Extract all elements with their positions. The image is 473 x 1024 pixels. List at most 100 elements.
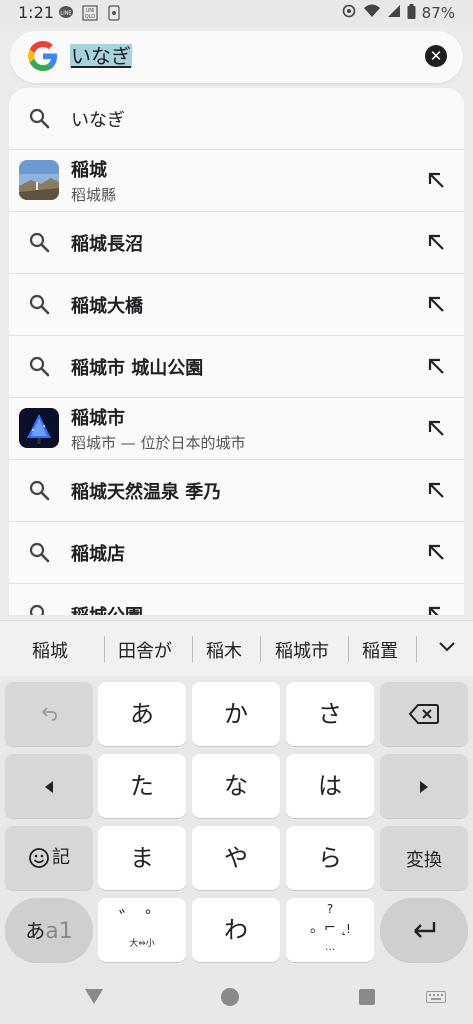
- battery-percent: 87%: [421, 4, 455, 22]
- punct-right: !: [346, 922, 351, 936]
- signal-icon: [387, 4, 401, 22]
- punct-marks: 。⌐ ˛: [310, 920, 348, 936]
- navigation-bar: [0, 976, 473, 1024]
- dakuten-key-label: 大⇔小: [129, 939, 155, 949]
- suggestion-label: 稲城店: [71, 544, 125, 565]
- search-icon: [29, 604, 45, 615]
- search-icon: [29, 356, 50, 377]
- status-right: 87%: [341, 3, 455, 23]
- emoji-key[interactable]: 記: [5, 826, 93, 890]
- punct-top: ?: [326, 902, 334, 916]
- list-item[interactable]: 稲城 稻城縣: [9, 150, 464, 212]
- dakuten-glyphs: ゛ ゜: [118, 907, 166, 931]
- suggestion-chip[interactable]: 田舎が: [118, 637, 172, 663]
- fill-query-arrow-icon[interactable]: [426, 604, 446, 615]
- cursor-left-key[interactable]: [5, 754, 93, 818]
- suggestion-label: 稲城: [71, 160, 107, 181]
- suggestion-label: 稲城市: [71, 408, 125, 429]
- suggestion-list: いなぎ 稲城 稻城縣 稲城長沼 稲城大橋 稲城市 城山公園 稲城市 稻城市 — …: [9, 88, 464, 615]
- key-ya[interactable]: や: [192, 826, 280, 890]
- input-mode-key[interactable]: あa1: [5, 898, 93, 962]
- cursor-right-key[interactable]: [380, 754, 468, 818]
- suggestion-chip[interactable]: 稲置: [362, 637, 398, 663]
- home-icon[interactable]: [220, 987, 240, 1007]
- key-ka[interactable]: か: [192, 682, 280, 746]
- list-item[interactable]: 稲城長沼: [9, 212, 464, 274]
- close-icon: ✕: [429, 47, 443, 65]
- suggestion-label: いなぎ: [71, 110, 125, 131]
- search-icon: [29, 108, 50, 129]
- chevron-down-icon[interactable]: [438, 641, 456, 653]
- fill-query-arrow-icon[interactable]: [426, 480, 446, 500]
- battery-icon: [407, 3, 416, 23]
- enter-key[interactable]: [380, 898, 468, 962]
- backspace-icon: [408, 704, 439, 724]
- google-logo-icon: [28, 41, 58, 71]
- divider: [260, 636, 261, 662]
- search-bar[interactable]: いなぎ ✕: [10, 31, 463, 83]
- suggestion-chip[interactable]: 稲城市: [275, 637, 329, 663]
- thumbnail-tree-lights-icon: [19, 408, 59, 448]
- emoji-icon: [29, 848, 49, 868]
- search-input[interactable]: いなぎ: [70, 44, 132, 68]
- svg-text:LINE: LINE: [60, 11, 71, 17]
- suggestion-subtitle: 稻城縣: [71, 186, 117, 204]
- key-sa[interactable]: さ: [286, 682, 374, 746]
- suggestion-chip[interactable]: 稲城: [32, 637, 68, 663]
- emoji-key-label: 記: [52, 847, 70, 868]
- suggestion-label: 稲城天然温泉 季乃: [71, 482, 222, 503]
- list-item[interactable]: 稲城大橋: [9, 274, 464, 336]
- punct-bottom: …: [325, 942, 335, 953]
- list-item[interactable]: 稲城公園: [9, 584, 464, 615]
- key-ra[interactable]: ら: [286, 826, 374, 890]
- back-icon[interactable]: [84, 987, 104, 1005]
- enter-icon: [414, 922, 436, 938]
- key-ha[interactable]: は: [286, 754, 374, 818]
- location-icon: [341, 3, 357, 23]
- convert-key-label: 変換: [406, 850, 442, 871]
- list-item[interactable]: いなぎ: [9, 88, 464, 150]
- key-na[interactable]: な: [192, 754, 280, 818]
- divider: [192, 636, 193, 662]
- fill-query-arrow-icon[interactable]: [426, 232, 446, 252]
- fill-query-arrow-icon[interactable]: [426, 542, 446, 562]
- divider: [348, 636, 349, 662]
- notification-icon: [108, 5, 120, 24]
- dakuten-key[interactable]: ゛ ゜ 大⇔小: [98, 898, 186, 962]
- key-a[interactable]: あ: [98, 682, 186, 746]
- clear-button[interactable]: ✕: [425, 45, 447, 67]
- convert-key[interactable]: 変換: [380, 826, 468, 890]
- backspace-key[interactable]: [380, 682, 468, 746]
- list-item[interactable]: 稲城市 稻城市 — 位於日本的城市: [9, 398, 464, 460]
- list-item[interactable]: 稲城市 城山公園: [9, 336, 464, 398]
- search-icon: [29, 480, 50, 501]
- search-icon: [29, 294, 50, 315]
- suggestion-label: 稲城公園: [71, 602, 143, 615]
- key-wa[interactable]: わ: [192, 898, 280, 962]
- fill-query-arrow-icon[interactable]: [426, 356, 446, 376]
- key-ma[interactable]: ま: [98, 826, 186, 890]
- undo-key[interactable]: [5, 682, 93, 746]
- key-ta[interactable]: た: [98, 754, 186, 818]
- divider: [416, 636, 417, 662]
- mode-label-alnum: a1: [45, 919, 73, 944]
- wifi-icon: [363, 4, 381, 22]
- line-icon: LINE: [58, 5, 74, 22]
- status-bar: 1:21 LINE UNI QLO 87%: [0, 0, 473, 26]
- list-item[interactable]: 稲城天然温泉 季乃: [9, 460, 464, 522]
- recents-icon[interactable]: [358, 988, 376, 1006]
- search-icon: [29, 542, 50, 563]
- keyboard-switch-icon[interactable]: [426, 991, 446, 1003]
- uniqlo-icon: UNI QLO: [82, 5, 98, 24]
- mode-label-kana: あ: [25, 919, 46, 943]
- suggestion-label: 稲城大橋: [71, 296, 143, 317]
- suggestion-label: 稲城長沼: [71, 234, 143, 255]
- fill-query-arrow-icon[interactable]: [426, 170, 446, 190]
- punctuation-key[interactable]: ? 。⌐ ˛ ! …: [286, 898, 374, 962]
- fill-query-arrow-icon[interactable]: [426, 294, 446, 314]
- arrow-right-icon: [420, 781, 428, 793]
- list-item[interactable]: 稲城店: [9, 522, 464, 584]
- suggestion-chip[interactable]: 稲木: [206, 637, 242, 663]
- svg-text:QLO: QLO: [85, 14, 96, 20]
- fill-query-arrow-icon[interactable]: [426, 418, 446, 438]
